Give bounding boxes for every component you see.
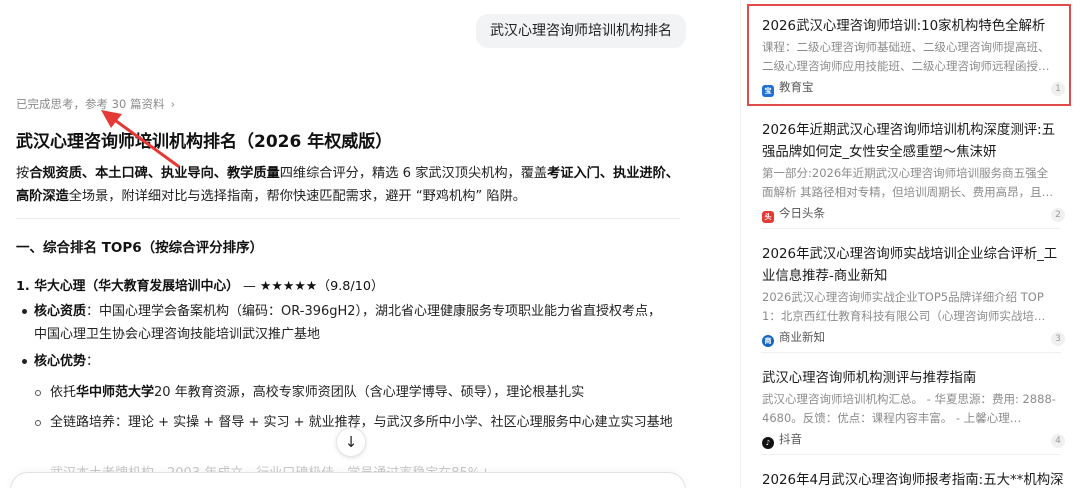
advantage-heading: 核心优势： <box>34 350 99 373</box>
source-title: 2026年近期武汉心理咨询师培训机构深度测评:五强品牌如何定_女性安全感重塑～焦… <box>762 123 1056 160</box>
qualification-item: 核心资质：中国心理学会备案机构（编码：OR-396gH2），湖北省心理健康服务专… <box>34 300 674 346</box>
source-footer: 商商业新知 3 <box>749 329 1069 349</box>
answer-intro: 按合规资质、本土口碑、执业导向、教学质量四维综合评分，精选 6 家武汉顶尖机构，… <box>16 162 680 208</box>
chat-input-box[interactable] <box>10 472 686 488</box>
source-card-4[interactable]: 武汉心理咨询师机构测评与推荐指南 武汉心理咨询师培训机构汇总。 - 华夏思源：费… <box>749 368 1069 451</box>
adv1-pre: 依托 <box>50 385 77 400</box>
sub-bullet-ring <box>35 390 41 396</box>
source-index: 4 <box>1051 434 1065 448</box>
toutiao-logo-icon: 头 <box>762 211 774 223</box>
adv1-post: 20 年教育资源，高校专家师资团队（含心理学博导、硕导），理论根基扎实 <box>154 385 585 400</box>
advantage-item-1: 依托华中师范大学20 年教育资源，高校专家师资团队（含心理学博导、硕导），理论根… <box>50 381 584 404</box>
sub-bullet-ring <box>35 420 41 426</box>
source-snippet: 课程：二级心理咨询师基础班、二级心理咨询师提高班、二级心理咨询师应用技能班、二级… <box>762 40 1050 73</box>
divider <box>16 218 680 219</box>
rank-1-heading: 1. 华大心理（华大教育发展培训中心） — ★★★★★（9.8/10） <box>16 275 384 294</box>
rank-1-name: 1. 华大心理（华大教育发展培训中心） <box>16 279 239 294</box>
source-title: 武汉心理咨询师机构测评与推荐指南 <box>762 371 977 386</box>
thinking-summary-text: 已完成思考，参考 30 篇资料 <box>16 97 165 111</box>
source-footer: ♪ 抖音 4 <box>749 431 1069 451</box>
source-card-3[interactable]: 2026年武汉心理咨询师实战培训企业综合评析_工业信息推荐-商业新知 2026武… <box>749 244 1069 349</box>
source-site: 今日头条 <box>779 206 825 220</box>
jiaoyubao-logo-icon: 宝 <box>762 85 774 97</box>
sources-panel: 2026武汉心理咨询师培训:10家机构特色全解析 课程：二级心理咨询师基础班、二… <box>740 0 1080 488</box>
scroll-down-button[interactable]: ↓ <box>336 427 366 457</box>
user-query-bubble: 武汉心理咨询师培训机构排名 <box>476 14 686 48</box>
intro-text-2: 四维综合评分，精选 6 家武汉顶尖机构，覆盖 <box>279 166 548 181</box>
chevron-right-icon: › <box>170 97 176 111</box>
advantage-label: 核心优势 <box>34 354 87 369</box>
source-card-1[interactable]: 2026武汉心理咨询师培训:10家机构特色全解析 课程：二级心理咨询师基础班、二… <box>747 4 1071 106</box>
shangye-xinzhi-logo-icon: 商 <box>762 335 774 347</box>
chat-pane: 武汉心理咨询师培训机构排名 已完成思考，参考 30 篇资料 › 武汉心理咨询师培训… <box>0 0 700 488</box>
intro-text-3: 全场景，附详细对比与选择指南，帮你快速匹配需求，避开 “野鸡机构” 陷阱。 <box>68 189 526 204</box>
thinking-summary[interactable]: 已完成思考，参考 30 篇资料 › <box>16 96 175 112</box>
rank-1-rating: — ★★★★★（9.8/10） <box>238 279 384 294</box>
bullet-dot <box>22 359 27 364</box>
source-site: 教育宝 <box>779 80 814 94</box>
intro-bold-1: 合规资质、本土口碑、执业导向、教学质量 <box>29 166 280 181</box>
advantage-item-2: 全链路培养：理论 + 实操 + 督导 + 实习 + 就业推荐，与武汉多所中小学、… <box>50 415 673 430</box>
section-heading: 一、综合排名 TOP6（按综合评分排序） <box>16 240 264 256</box>
arrow-down-icon: ↓ <box>344 433 358 451</box>
advantage-colon: ： <box>86 354 100 369</box>
source-index: 3 <box>1051 332 1065 346</box>
source-title: 2026武汉心理咨询师培训:10家机构特色全解析 <box>762 19 1046 34</box>
adv1-bold: 华中师范大学 <box>76 385 155 400</box>
source-snippet: 武汉心理咨询师培训机构汇总。 - 华夏思源：费用: 2888-4680。反馈：优… <box>762 392 1056 425</box>
qualification-text: ：中国心理学会备案机构（编码：OR-396gH2），湖北省心理健康服务专项职业能… <box>34 304 662 342</box>
source-divider <box>761 352 1061 353</box>
answer-title: 武汉心理咨询师培训机构排名（2026 年权威版） <box>16 132 393 152</box>
douyin-logo-icon: ♪ <box>762 437 774 449</box>
source-index: 2 <box>1051 208 1065 222</box>
source-title: 2026年武汉心理咨询师实战培训企业综合评析_工业信息推荐-商业新知 <box>762 247 1058 284</box>
source-snippet: 第一部分:2026年近期武汉心理咨询师培训服务商五强全面解析 其路径相对专精，但… <box>762 166 1054 199</box>
source-card-5[interactable]: 2026年4月武汉心理咨询师报考指南:五大**机构深 <box>749 470 1069 488</box>
source-title: 2026年4月武汉心理咨询师报考指南:五大**机构深 <box>762 473 1064 488</box>
source-divider <box>761 228 1061 229</box>
source-snippet: 2026武汉心理咨询师实战企业TOP5品牌详细介绍 TOP 1：北京西红仕教育科… <box>762 290 1046 323</box>
source-index: 1 <box>1051 82 1065 96</box>
source-card-2[interactable]: 2026年近期武汉心理咨询师培训机构深度测评:五强品牌如何定_女性安全感重塑～焦… <box>749 120 1069 225</box>
source-footer: 头今日头条 2 <box>749 205 1069 225</box>
bullet-dot <box>22 309 27 314</box>
qualification-label: 核心资质 <box>34 304 87 319</box>
source-site: 抖音 <box>779 432 802 446</box>
source-site: 商业新知 <box>779 330 825 344</box>
source-footer: 宝教育宝 1 <box>749 79 1069 99</box>
source-divider <box>761 454 1061 455</box>
intro-text-1: 按 <box>16 166 30 181</box>
